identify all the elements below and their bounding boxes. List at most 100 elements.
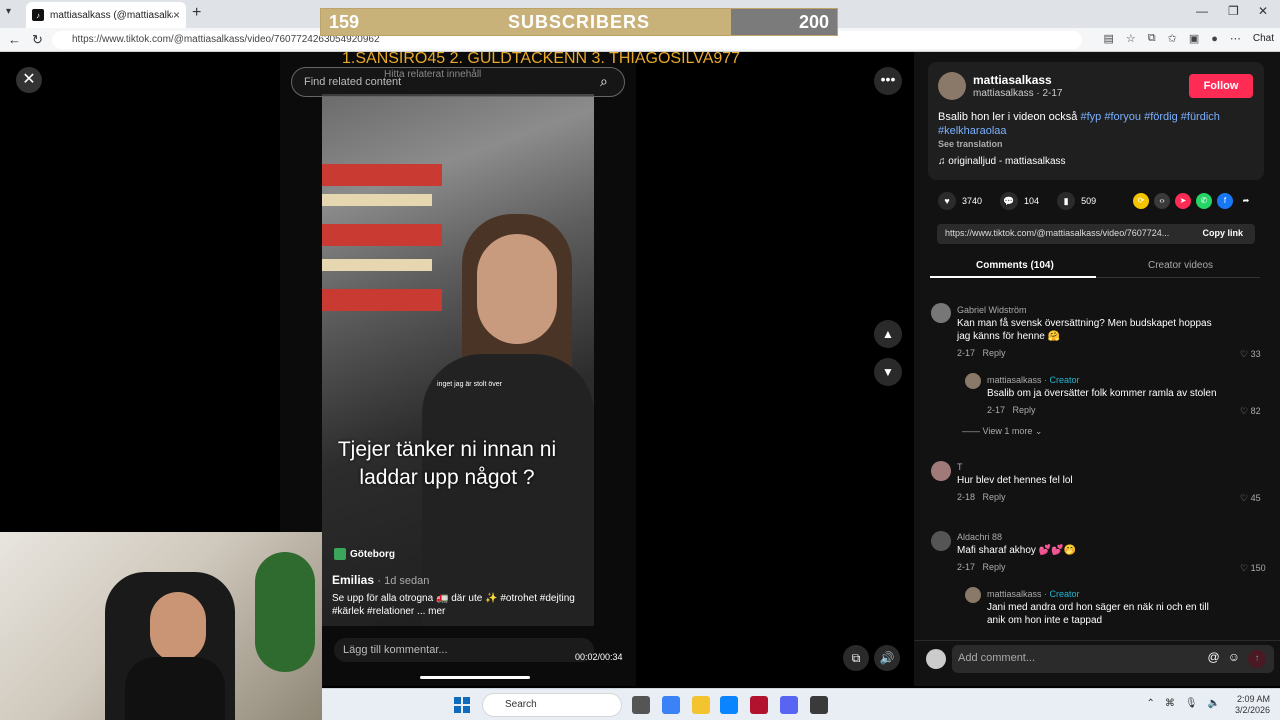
clock-time: 2:09 AM [1236,694,1270,704]
favorites-icon[interactable]: ✩ [1168,32,1177,45]
file-explorer-icon[interactable] [692,696,710,714]
creator-avatar[interactable] [965,587,981,603]
share-link-url: https://www.tiktok.com/@mattiasalkass/vi… [945,228,1170,238]
copilot-app-icon[interactable] [662,696,680,714]
creator-avatar[interactable] [965,373,981,389]
commenter-name[interactable]: T [957,462,963,472]
tab-comments[interactable]: Comments (104) [976,260,1054,271]
tab-creator-videos[interactable]: Creator videos [1148,260,1213,271]
video-caption: Tjejer tänker ni innan ni laddar upp någ… [322,436,572,492]
video-player[interactable] [322,94,594,626]
see-translation-link[interactable]: See translation [938,139,1003,149]
facebook-icon[interactable]: f [1217,193,1233,209]
tab-actions-icon[interactable]: ▾ [6,6,11,17]
comment-text: Mafi sharaf akhoy 💕💕🤭 [957,545,1077,556]
close-window-icon[interactable]: ✕ [1258,4,1268,18]
search-icon[interactable]: ⌕ [600,73,616,89]
commenter-avatar[interactable] [931,303,951,323]
extensions-icon[interactable]: ⧉ [1148,32,1156,45]
like-button[interactable]: ♥ 3740 [938,192,982,210]
profile-icon[interactable]: ● [1211,33,1218,45]
more-options-icon[interactable]: ••• [874,67,902,95]
reply-author[interactable]: mattiasalkass · Creator [987,589,1080,599]
edge-icon[interactable] [720,696,738,714]
location-icon [334,548,346,560]
save-button[interactable]: ▮ 509 [1057,192,1096,210]
tray-chevron-icon[interactable]: ⌃ [1146,698,1154,709]
reload-icon[interactable]: ↻ [32,32,43,48]
system-tray: ⌃ ⌘ 🎙 🔈 [1146,698,1220,709]
mention-icon[interactable]: @ [1208,650,1220,668]
reply-button[interactable]: Reply [983,348,1006,358]
reply-text: Bsalib om ja översätter folk kommer raml… [987,388,1217,399]
commenter-avatar[interactable] [931,461,951,481]
comment-like[interactable]: ♡ 33 [1240,349,1261,360]
commenter-name[interactable]: Aldachri 88 [957,532,1002,542]
send-icon[interactable]: ➤ [1175,193,1191,209]
inner-time: · 1d sedan [377,575,430,587]
location-tag[interactable]: Göteborg [334,548,395,560]
taskbar-clock[interactable]: 2:09 AM 3/2/2026 [1235,694,1270,716]
acrobat-icon[interactable] [750,696,768,714]
follow-button[interactable]: Follow [1189,74,1253,98]
windows-start-icon[interactable] [454,697,470,713]
favorite-star-icon[interactable]: ☆ [1126,32,1136,45]
inner-username: Emilias · 1d sedan [332,573,429,587]
related-search-input[interactable]: Find related content Hitta relaterat inn… [291,67,625,97]
inner-comment-input[interactable]: Lägg till kommentar... [334,638,594,662]
previous-video-icon[interactable]: ▲ [874,320,902,348]
author-avatar[interactable] [938,72,966,100]
collections-icon[interactable]: ▣ [1189,32,1199,45]
share-arrow-icon[interactable]: ➦ [1238,193,1254,209]
volume-icon[interactable]: 🔊 [874,645,900,671]
reply-button[interactable]: Reply [983,562,1006,572]
comment-like[interactable]: ♡ 150 [1240,563,1266,574]
comment-like-count: 150 [1250,563,1266,573]
author-name[interactable]: mattiasalkass [973,73,1052,87]
music-link[interactable]: ♫ originalljud - mattiasalkass [938,156,1066,167]
commenter-avatar[interactable] [931,531,951,551]
copilot-chat-button[interactable]: Chat [1253,33,1274,44]
share-icons: ⟳ ‹› ➤ ✆ f ➦ [1133,193,1254,209]
microphone-icon[interactable]: 🎙 [1185,698,1198,709]
view-more-replies[interactable]: —— View 1 more ⌄ [962,426,1042,437]
emoji-icon[interactable]: ☺ [1228,650,1240,668]
caption-body: Bsalib hon ler i videon också [938,111,1078,123]
repost-icon[interactable]: ⟳ [1133,193,1149,209]
send-comment-icon[interactable]: ↑ [1248,650,1266,668]
browser-tab[interactable]: ♪ mattiasalkass (@mattiasalkass) × [26,2,186,28]
discord-icon[interactable] [780,696,798,714]
close-icon[interactable]: ✕ [16,67,42,93]
back-icon[interactable]: ← [8,32,21,47]
floating-player-icon[interactable]: ⧉ [843,645,869,671]
more-menu-icon[interactable]: ⋯ [1230,32,1241,45]
comment-like-count: 45 [1250,493,1261,503]
minimize-icon[interactable]: — [1196,4,1208,18]
add-comment-input[interactable]: Add comment... @ ☺ ↑ [952,645,1274,673]
reply-button[interactable]: Reply [1013,405,1036,415]
commenter-name[interactable]: Gabriel Widström [957,305,1027,315]
maximize-icon[interactable]: ❐ [1228,4,1239,18]
comment-button[interactable]: 💬 104 [1000,192,1039,210]
next-video-icon[interactable]: ▼ [874,358,902,386]
obs-icon[interactable] [810,696,828,714]
volume-tray-icon[interactable]: 🔈 [1208,698,1220,709]
task-view-icon[interactable] [632,696,650,714]
reply-button[interactable]: Reply [983,492,1006,502]
embed-icon[interactable]: ‹› [1154,193,1170,209]
copy-link-button[interactable]: Copy link [1202,228,1243,238]
reader-icon[interactable]: ▤ [1103,32,1113,45]
taskbar-search[interactable]: Search [482,693,622,717]
tab-close-icon[interactable]: × [173,8,180,22]
comment-meta: 2-18 Reply [957,492,1006,502]
user-avatar [926,649,946,669]
network-icon[interactable]: ⌘ [1165,698,1175,709]
comment-like[interactable]: ♡ 45 [1240,493,1261,504]
reply-like[interactable]: ♡ 82 [1240,406,1261,417]
reply-author[interactable]: mattiasalkass · Creator [987,375,1080,385]
whatsapp-icon[interactable]: ✆ [1196,193,1212,209]
video-progress-bar[interactable] [420,676,530,679]
share-link-box[interactable]: https://www.tiktok.com/@mattiasalkass/vi… [937,224,1255,244]
reply-meta: 2-17 Reply [987,405,1036,415]
new-tab-icon[interactable]: + [192,4,201,22]
